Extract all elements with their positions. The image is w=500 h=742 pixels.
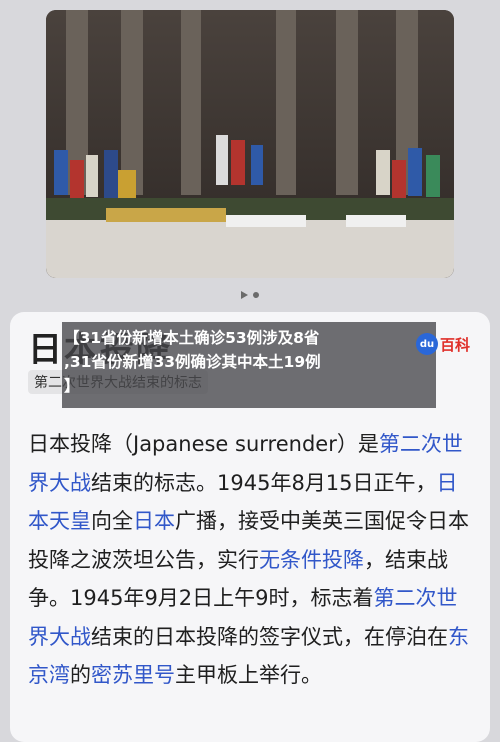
paw-icon: du	[416, 333, 438, 355]
overlay-line: 】	[64, 377, 80, 395]
play-icon[interactable]	[241, 291, 248, 299]
link-japan[interactable]: 日本	[133, 509, 175, 533]
overlay-title: 【31省份新增本土确诊53例涉及8省 ,31省份新增33例确诊其中本土19例 】	[64, 326, 414, 398]
link-unconditional-surrender[interactable]: 无条件投降	[259, 548, 364, 572]
surrender-photo[interactable]	[46, 10, 454, 278]
body-text-span: 的	[70, 663, 91, 687]
body-text-span: 日本投降（Japanese surrender）是	[28, 432, 379, 456]
link-missouri[interactable]: 密苏里号	[91, 663, 175, 687]
overlay-line: ,31省份新增33例确诊其中本土19例	[64, 353, 321, 371]
body-text-span: 向全	[91, 509, 133, 533]
body-text-span: 结束的标志。1945年8月15日正午，	[91, 470, 437, 495]
article-body: 日本投降（Japanese surrender）是第二次世界大战结束的标志。19…	[28, 425, 478, 695]
dot-indicator	[253, 292, 259, 298]
body-text-span: 结束的日本投降的签字仪式，在停泊在	[91, 624, 448, 649]
carousel-pager[interactable]	[0, 289, 500, 301]
body-text-span: 主甲板上举行。	[175, 663, 322, 687]
photo-illustration	[46, 10, 454, 278]
overlay-line: 【31省份新增本土确诊53例涉及8省	[64, 329, 320, 347]
logo-text: 百科	[440, 335, 471, 354]
baike-logo: du 百科	[416, 333, 470, 355]
